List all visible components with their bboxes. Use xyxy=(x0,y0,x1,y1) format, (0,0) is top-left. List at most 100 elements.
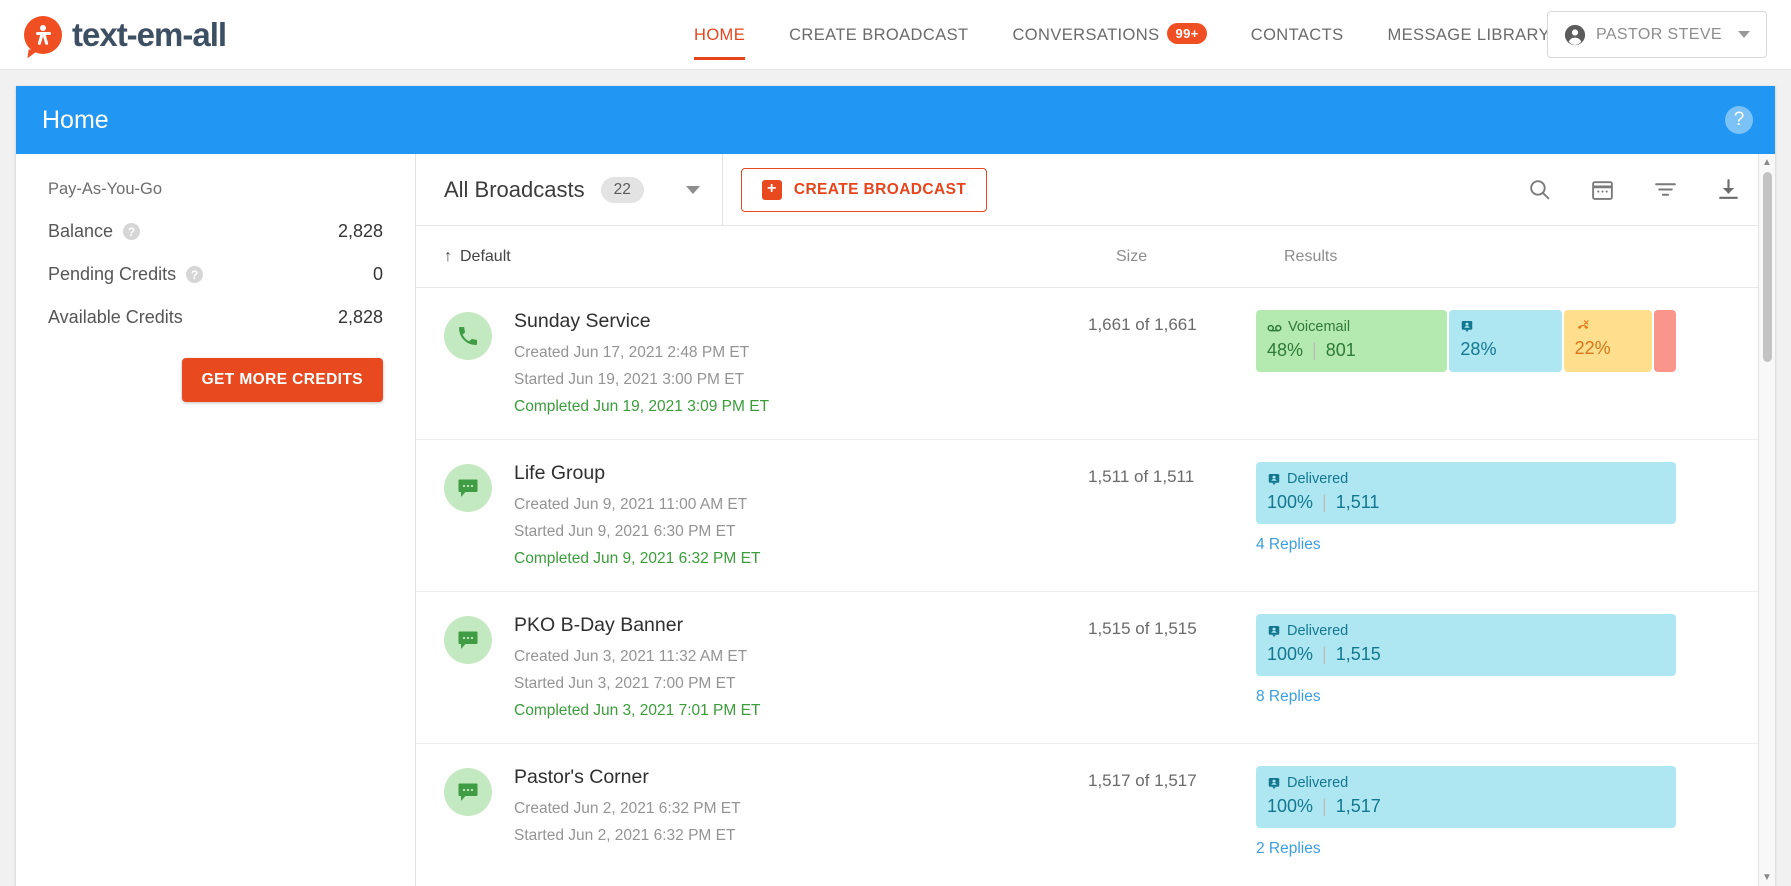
broadcast-list-scrollbar[interactable]: ▲ ▼ xyxy=(1758,154,1775,886)
create-broadcast-label: CREATE BROADCAST xyxy=(793,180,967,198)
calendar-icon[interactable] xyxy=(1590,177,1615,202)
replies-link[interactable]: 8 Replies xyxy=(1256,688,1676,706)
scroll-down-arrow-icon[interactable]: ▼ xyxy=(1762,869,1772,886)
segment-label: Delivered xyxy=(1287,471,1349,487)
page-header: Home ? xyxy=(16,86,1775,154)
nav-item-label: CREATE BROADCAST xyxy=(789,26,969,44)
plus-icon: + xyxy=(761,179,782,200)
broadcast-title[interactable]: PKO B-Day Banner xyxy=(514,614,1094,637)
voicemail-icon xyxy=(1267,324,1282,331)
account-name: PASTOR STEVE xyxy=(1595,25,1722,43)
column-header-size: Size xyxy=(1116,247,1148,265)
brand-name: text-em-all xyxy=(72,15,227,53)
segment-label: Voicemail xyxy=(1288,319,1351,335)
search-icon[interactable] xyxy=(1527,177,1552,202)
credit-row: Balance? 2,828 xyxy=(48,221,383,242)
broadcast-size: 1,511 of 1,511 xyxy=(1088,467,1195,486)
segment-divider: | xyxy=(1312,340,1317,360)
segment-values: 100% | 1,517 xyxy=(1267,796,1665,817)
table-row[interactable]: Pastor's Corner Created Jun 2, 2021 6:32 … xyxy=(416,744,1775,886)
broadcast-started: Started Jun 19, 2021 3:00 PM ET xyxy=(514,371,745,388)
result-segment-delivered[interactable]: Delivered 100% | 1,517 xyxy=(1256,766,1676,828)
credit-label: Pending Credits xyxy=(48,264,177,284)
segment-label-row: Delivered xyxy=(1267,623,1665,639)
broadcast-type-avatar xyxy=(444,616,492,664)
segment-percent: 28% xyxy=(1460,339,1497,359)
nav-item-message-library[interactable]: MESSAGE LIBRARY xyxy=(1365,0,1572,70)
create-broadcast-button[interactable]: + CREATE BROADCAST xyxy=(740,167,988,212)
segment-percent: 100% xyxy=(1267,492,1314,512)
broadcast-size: 1,517 of 1,517 xyxy=(1088,771,1197,790)
filter-icon[interactable] xyxy=(1653,177,1678,202)
broadcast-started: Started Jun 3, 2021 7:00 PM ET xyxy=(514,675,736,692)
broadcast-count-badge: 22 xyxy=(600,176,644,203)
broadcast-created: Created Jun 2, 2021 6:32 PM ET xyxy=(514,800,741,817)
broadcast-title[interactable]: Sunday Service xyxy=(514,310,1094,333)
broadcasts-toolbar: All Broadcasts 22 + CREATE BROADCAST xyxy=(416,154,1775,226)
result-segment-failed[interactable] xyxy=(1654,310,1676,372)
segment-count: 1,511 xyxy=(1335,492,1380,512)
account-menu-button[interactable]: PASTOR STEVE xyxy=(1546,11,1767,58)
person-icon xyxy=(1268,473,1280,485)
segment-label-row xyxy=(1460,319,1550,334)
column-header-default[interactable]: ↑ Default xyxy=(444,248,511,266)
broadcasts-panel: All Broadcasts 22 + CREATE BROADCAST ↑ D… xyxy=(416,154,1775,886)
segment-values: 100% | 1,511 xyxy=(1267,492,1665,513)
credit-row: Pending Credits? 0 xyxy=(48,264,383,285)
results-bar: Delivered 100% | 1,511 xyxy=(1256,462,1676,524)
broadcast-started: Started Jun 2, 2021 6:32 PM ET xyxy=(514,827,736,844)
segment-label: Delivered xyxy=(1287,775,1349,791)
table-row[interactable]: PKO B-Day Banner Created Jun 3, 2021 11:3… xyxy=(416,592,1775,744)
download-icon[interactable] xyxy=(1716,177,1741,202)
broadcast-results: Delivered 100% | 1,515 8 Replies xyxy=(1256,614,1676,706)
replies-link[interactable]: 2 Replies xyxy=(1256,840,1676,858)
segment-percent: 100% xyxy=(1267,796,1314,816)
result-segment-delivered[interactable]: Delivered 100% | 1,515 xyxy=(1256,614,1676,676)
table-row[interactable]: Life Group Created Jun 9, 2021 11:00 AM E… xyxy=(416,440,1775,592)
segment-count: 801 xyxy=(1325,340,1356,360)
person-icon xyxy=(1268,625,1280,637)
segment-percent: 48% xyxy=(1267,340,1304,360)
help-tooltip-icon[interactable]: ? xyxy=(186,266,204,283)
phone-icon xyxy=(459,327,477,345)
scrollbar-thumb[interactable] xyxy=(1763,172,1772,362)
result-segment-answered[interactable]: 28% xyxy=(1449,310,1562,372)
segment-label-row: Delivered xyxy=(1267,775,1665,791)
broadcast-type-avatar xyxy=(444,768,492,816)
plan-label: Pay-As-You-Go xyxy=(48,180,163,198)
help-icon[interactable]: ? xyxy=(1725,106,1753,134)
scroll-up-arrow-icon[interactable]: ▲ xyxy=(1762,154,1772,171)
broadcast-completed: Completed Jun 3, 2021 7:01 PM ET xyxy=(514,702,761,719)
help-tooltip-icon[interactable]: ? xyxy=(123,223,141,240)
segment-label: Delivered xyxy=(1287,623,1349,639)
broadcast-created: Created Jun 17, 2021 2:48 PM ET xyxy=(514,344,750,361)
result-segment-voicemail[interactable]: Voicemail 48% | 801 xyxy=(1256,310,1448,372)
brand-logo[interactable]: text-em-all xyxy=(0,15,227,54)
segment-values: 100% | 1,515 xyxy=(1267,644,1665,665)
segment-percent: 100% xyxy=(1267,644,1314,664)
credit-row: Available Credits 2,828 xyxy=(48,307,383,328)
broadcast-list[interactable]: ↑ Default Size Results Sunday Service Cre… xyxy=(416,226,1775,886)
nav-item-home[interactable]: HOME xyxy=(672,0,767,70)
broadcast-title[interactable]: Pastor's Corner xyxy=(514,766,1094,789)
broadcast-type-avatar xyxy=(444,312,492,360)
column-header-default-label: Default xyxy=(460,247,511,265)
broadcast-filter-dropdown[interactable]: All Broadcasts 22 xyxy=(416,154,723,225)
table-row[interactable]: Sunday Service Created Jun 17, 2021 2:48 … xyxy=(416,288,1775,440)
broadcast-title[interactable]: Life Group xyxy=(514,462,1094,485)
broadcast-filter-label: All Broadcasts xyxy=(444,176,585,202)
nav-item-create-broadcast[interactable]: CREATE BROADCAST xyxy=(767,0,990,70)
nav-items: HOME CREATE BROADCAST CONVERSATIONS 99+ CONT… xyxy=(672,0,1572,70)
get-more-credits-button[interactable]: GET MORE CREDITS xyxy=(181,358,383,402)
nav-item-conversations[interactable]: CONVERSATIONS 99+ xyxy=(990,0,1228,70)
credit-value: 0 xyxy=(372,264,383,284)
segment-percent: 22% xyxy=(1574,338,1611,358)
nav-item-contacts[interactable]: CONTACTS xyxy=(1229,0,1366,70)
result-segment-delivered[interactable]: Delivered 100% | 1,511 xyxy=(1256,462,1676,524)
result-segment-no-answer[interactable]: 22% xyxy=(1563,310,1652,372)
text-em-all-logo-icon xyxy=(24,15,62,54)
broadcast-size: 1,661 of 1,661 xyxy=(1088,315,1197,334)
segment-count: 1,517 xyxy=(1335,796,1381,816)
replies-link[interactable]: 4 Replies xyxy=(1256,536,1676,554)
segment-count: 1,515 xyxy=(1335,644,1381,664)
